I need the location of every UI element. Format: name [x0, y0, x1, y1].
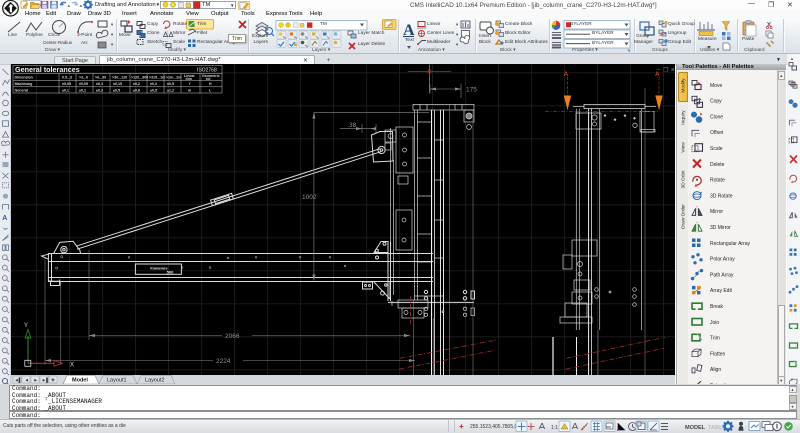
svg-text:Align: Align — [710, 367, 721, 373]
svg-text:38: 38 — [349, 122, 357, 129]
svg-text:Mirror: Mirror — [710, 209, 723, 215]
svg-text:±0,5: ±0,5 — [150, 89, 157, 93]
svg-text:Layout2: Layout2 — [145, 378, 165, 384]
svg-text:Array Edit: Array Edit — [710, 288, 733, 294]
svg-text:✚: ✚ — [51, 377, 55, 382]
svg-text:◄: ◄ — [25, 377, 29, 382]
svg-text:2224: 2224 — [216, 358, 231, 365]
svg-text:±0,05: ±0,05 — [62, 82, 71, 86]
svg-text:1:1: 1:1 — [551, 425, 558, 431]
svg-text:▼: ▼ — [455, 32, 459, 37]
svg-text:▲: ▲ — [790, 56, 794, 61]
svg-text:▼: ▼ — [790, 377, 794, 382]
svg-text:Move: Move — [710, 83, 722, 89]
svg-text:±0,2: ±0,2 — [133, 82, 140, 86]
svg-text:Y: Y — [24, 323, 28, 329]
svg-text:Layout1: Layout1 — [107, 378, 127, 384]
svg-text:Trim: Trim — [710, 336, 720, 342]
svg-text:±0,3: ±0,3 — [150, 82, 157, 86]
svg-text:Flatten: Flatten — [710, 351, 726, 357]
svg-text:±0,8: ±0,8 — [133, 89, 140, 93]
svg-text:>3...6: >3...6 — [79, 76, 88, 80]
svg-text:Rotate: Rotate — [710, 178, 725, 184]
svg-text:Join: Join — [710, 320, 719, 326]
svg-text:±0,15: ±0,15 — [113, 82, 122, 86]
svg-text:m: m — [188, 89, 191, 93]
svg-text:Copy: Copy — [710, 99, 722, 105]
svg-text:±0,05: ±0,05 — [79, 82, 88, 86]
svg-text:Scale: Scale — [710, 146, 723, 152]
svg-text:MODEL: MODEL — [685, 425, 706, 431]
svg-text:►▌: ►▌ — [42, 376, 50, 383]
svg-text:L: L — [209, 89, 212, 93]
svg-text:±1,2: ±1,2 — [167, 89, 174, 93]
svg-text:Dimension: Dimension — [15, 76, 33, 80]
svg-text:◄▌: ◄▌ — [14, 376, 22, 383]
svg-text:Rectangular Array: Rectangular Array — [710, 241, 751, 247]
svg-text:▼: ▼ — [455, 42, 459, 47]
svg-text:Path Array: Path Array — [710, 272, 734, 278]
svg-text:f: f — [189, 82, 191, 86]
svg-text:A: A — [2, 214, 7, 221]
svg-text:Machining: Machining — [15, 82, 33, 86]
svg-text:tol: tol — [206, 77, 210, 81]
svg-text:Polar Array: Polar Array — [710, 257, 735, 263]
svg-text:A: A — [564, 71, 569, 78]
svg-text:─: ─ — [656, 68, 661, 74]
svg-text:Break: Break — [710, 304, 724, 310]
svg-text:H: H — [209, 82, 212, 86]
svg-text:dim: dim — [186, 77, 192, 81]
svg-text:X: X — [70, 363, 74, 369]
svg-text:500: 500 — [167, 270, 174, 275]
svg-text:>30...120: >30...120 — [112, 76, 127, 80]
svg-text:±0,1: ±0,1 — [96, 82, 103, 86]
svg-text:General tolerances: General tolerances — [15, 65, 80, 74]
svg-text:>1m...2m: >1m...2m — [166, 76, 181, 80]
svg-text:>6...30: >6...30 — [95, 76, 106, 80]
svg-text:Delete: Delete — [710, 162, 725, 168]
svg-text:Offset: Offset — [710, 130, 724, 136]
svg-text:►: ► — [34, 377, 38, 382]
svg-text:±0,5: ±0,5 — [167, 82, 174, 86]
svg-text:>120...300: >120...300 — [131, 76, 148, 80]
svg-text:3D Mirror: 3D Mirror — [710, 225, 731, 231]
svg-text:±0,1: ±0,1 — [62, 89, 69, 93]
svg-text:3D Rotate: 3D Rotate — [710, 193, 733, 199]
svg-text:▼: ▼ — [455, 22, 459, 27]
svg-text:±0,3: ±0,3 — [96, 89, 103, 93]
svg-text:▼: ▼ — [110, 32, 114, 37]
svg-text:▼: ▼ — [110, 42, 114, 47]
svg-text:Clone: Clone — [710, 114, 723, 120]
svg-text:±0,5: ±0,5 — [113, 89, 120, 93]
svg-text:1002: 1002 — [302, 194, 317, 201]
svg-text:ISO2768: ISO2768 — [197, 68, 217, 74]
svg-text:±0,1: ±0,1 — [79, 89, 86, 93]
svg-text:>315...1m: >315...1m — [149, 76, 165, 80]
svg-text:▼: ▼ — [110, 22, 114, 27]
svg-text:✕: ✕ — [671, 68, 676, 74]
svg-text:Geometric: Geometric — [202, 74, 220, 78]
svg-text:0.5...3: 0.5...3 — [62, 76, 72, 80]
svg-text:175: 175 — [466, 87, 477, 94]
svg-text:Kranovace: Kranovace — [150, 267, 167, 271]
svg-text:2066: 2066 — [225, 333, 240, 340]
svg-text:Model: Model — [72, 378, 88, 384]
svg-text:General: General — [15, 89, 28, 93]
